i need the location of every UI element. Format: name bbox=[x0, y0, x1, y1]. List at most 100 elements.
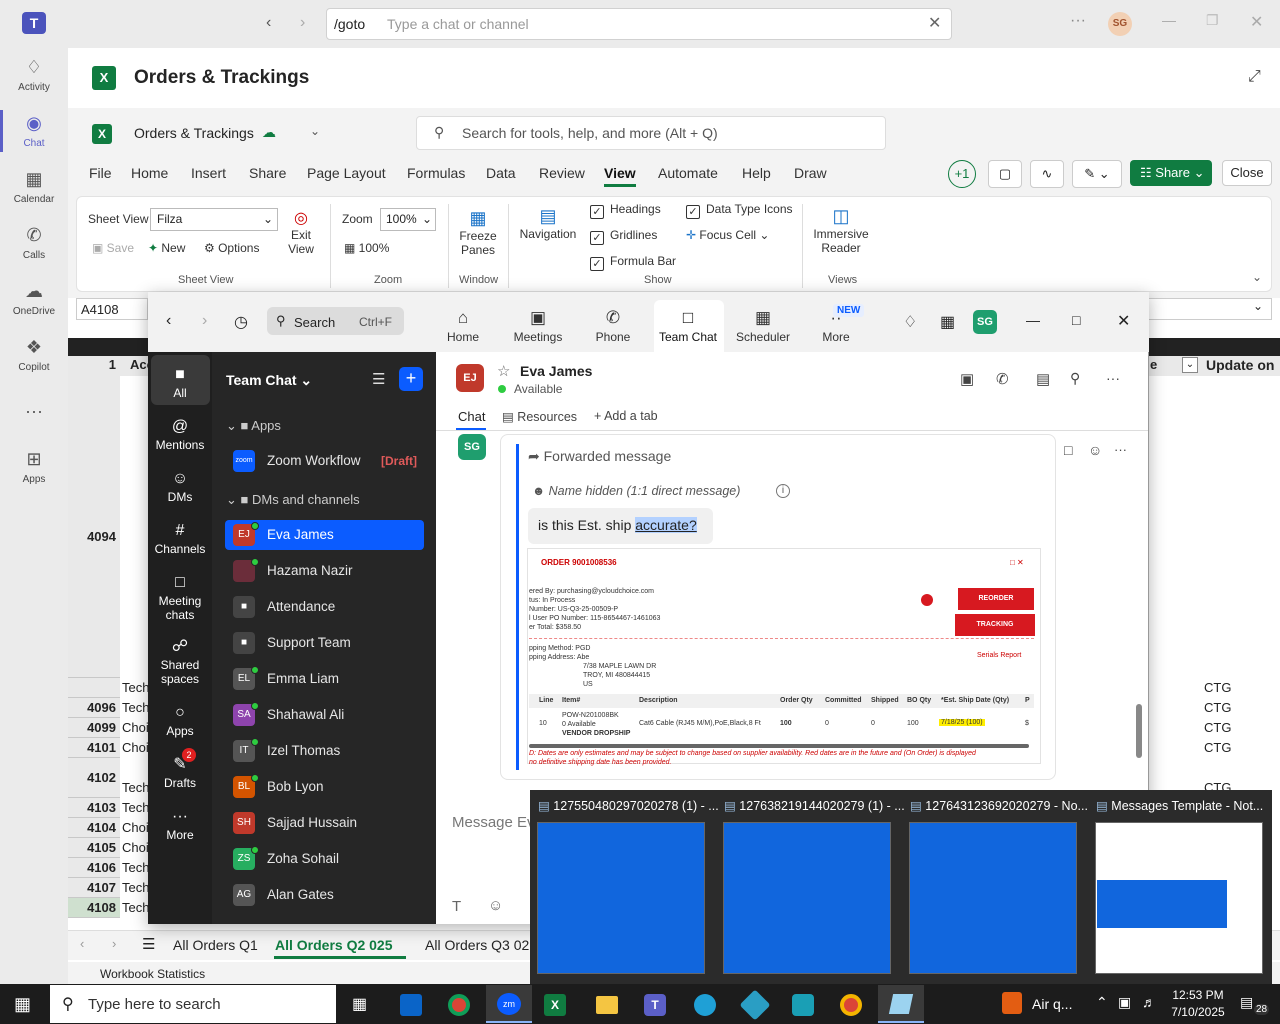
formula-bar[interactable]: ⌄ bbox=[1148, 298, 1272, 320]
notepad-taskbar-icon[interactable] bbox=[878, 985, 924, 1023]
workbook-statistics[interactable]: Workbook Statistics bbox=[100, 967, 205, 981]
text-format-icon[interactable]: T bbox=[452, 898, 461, 915]
cell-a[interactable]: Choi bbox=[122, 740, 149, 755]
video-call-icon[interactable]: ▣ bbox=[960, 370, 974, 388]
outlook-icon[interactable] bbox=[400, 994, 422, 1016]
side-mentions[interactable]: @ Mentions bbox=[150, 416, 210, 452]
more-options-icon[interactable]: ··· bbox=[1106, 370, 1120, 386]
cell-r[interactable]: CTG bbox=[1204, 720, 1231, 735]
side-meeting-chats[interactable]: □ Meeting chats bbox=[150, 572, 210, 622]
nav-home[interactable]: ⌂ Home bbox=[428, 296, 498, 344]
cell-a[interactable]: Tech bbox=[122, 780, 149, 795]
reply-icon[interactable]: □ bbox=[1064, 442, 1072, 458]
section-dms[interactable]: ⌄ ■ DMs and channels bbox=[226, 492, 360, 508]
file-explorer-icon[interactable] bbox=[596, 996, 618, 1014]
list-item-contact[interactable]: SH Sajjad Hussain bbox=[225, 808, 424, 838]
list-title[interactable]: Team Chat ⌄ bbox=[226, 372, 312, 389]
thumb-preview[interactable] bbox=[723, 822, 891, 974]
list-item-channel[interactable]: ■ Attendance bbox=[225, 592, 424, 622]
close-window-icon[interactable]: ✕ bbox=[1250, 12, 1263, 32]
weather-text[interactable]: Air q... bbox=[1032, 996, 1072, 1012]
side-channels[interactable]: # Channels bbox=[150, 520, 210, 556]
tab-share[interactable]: Share bbox=[249, 165, 286, 181]
forward-icon[interactable]: › bbox=[300, 14, 305, 32]
list-item-contact[interactable]: ZS Zoha Sohail bbox=[225, 844, 424, 874]
tab-automate[interactable]: Automate bbox=[658, 165, 718, 181]
profile-avatar[interactable]: SG bbox=[1108, 12, 1132, 36]
tab-draw[interactable]: Draw bbox=[794, 165, 827, 181]
clock-date[interactable]: 7/10/2025 bbox=[1168, 1005, 1228, 1019]
thumb-preview[interactable] bbox=[537, 822, 705, 974]
comments-button[interactable]: ▢ bbox=[988, 160, 1022, 188]
section-apps[interactable]: ⌄ ■ Apps bbox=[226, 418, 281, 434]
doc-name[interactable]: Orders & Trackings bbox=[134, 125, 254, 141]
exit-view-button[interactable]: ◎ Exit View bbox=[285, 208, 317, 256]
rail-chat[interactable]: ◉ Chat bbox=[0, 112, 68, 149]
tab-review[interactable]: Review bbox=[539, 165, 585, 181]
list-item-zoom-workflow[interactable]: zoom Zoom Workflow [Draft] bbox=[225, 446, 424, 476]
tab-file[interactable]: File bbox=[89, 165, 112, 181]
cell-a[interactable]: Choi bbox=[122, 720, 149, 735]
tab-add[interactable]: + Add a tab bbox=[594, 409, 658, 423]
next-sheet-icon[interactable]: › bbox=[112, 936, 116, 951]
editing-mode-button[interactable]: ✎ ⌄ bbox=[1072, 160, 1122, 188]
network-icon[interactable]: ▣ bbox=[1118, 994, 1131, 1011]
back-icon[interactable]: ‹ bbox=[266, 14, 271, 32]
bell-icon[interactable]: ♢ bbox=[903, 312, 917, 332]
clock-time[interactable]: 12:53 PM bbox=[1170, 988, 1226, 1002]
thumb-title[interactable]: ▤ 127643123692020279 - No... bbox=[910, 798, 1088, 813]
nav-scheduler[interactable]: ▦ Scheduler bbox=[728, 296, 798, 344]
nav-meetings[interactable]: ▣ Meetings bbox=[503, 296, 573, 344]
tab-home[interactable]: Home bbox=[131, 165, 168, 181]
maximize-icon[interactable]: □ bbox=[1072, 312, 1080, 328]
cell-a[interactable]: Tech bbox=[122, 680, 149, 695]
formula-bar-checkbox[interactable]: ✓ Formula Bar bbox=[590, 254, 676, 271]
side-all[interactable]: ■ All bbox=[150, 364, 210, 400]
tab-page-layout[interactable]: Page Layout bbox=[307, 165, 386, 181]
chrome-icon[interactable] bbox=[840, 994, 862, 1016]
close-window-icon[interactable]: ✕ bbox=[1117, 311, 1130, 331]
chevron-down-icon[interactable]: ⌄ bbox=[310, 124, 320, 138]
zoom-100-button[interactable]: ▦ 100% bbox=[344, 241, 389, 255]
tab-chat[interactable]: Chat bbox=[458, 409, 485, 424]
sheet-tab[interactable]: All Orders Q1 bbox=[173, 937, 258, 953]
volume-icon[interactable]: ♬ bbox=[1142, 994, 1156, 1010]
cell-a[interactable]: Tech bbox=[122, 860, 149, 875]
list-item-channel[interactable]: ■ Support Team bbox=[225, 628, 424, 658]
teams-taskbar-icon[interactable]: T bbox=[644, 994, 666, 1016]
thumb-title[interactable]: ▤ 127638219144020279 (1) - ... bbox=[724, 798, 905, 813]
filter-icon[interactable]: ☰ bbox=[372, 370, 385, 388]
side-shared-spaces[interactable]: ☍ Shared spaces bbox=[150, 636, 210, 686]
tray-chevron-icon[interactable]: ⌃ bbox=[1096, 994, 1108, 1011]
zoom-select[interactable]: 100% ⌄ bbox=[380, 208, 436, 231]
search-chat-icon[interactable]: ⚲ bbox=[1070, 370, 1080, 387]
rail-calendar[interactable]: ▦ Calendar bbox=[0, 168, 68, 205]
edge-icon[interactable] bbox=[694, 994, 716, 1016]
nav-phone[interactable]: ✆ Phone bbox=[578, 296, 648, 344]
thumb-title[interactable]: ▤ Messages Template - Not... bbox=[1096, 798, 1263, 813]
freeze-panes-button[interactable]: ▦ Freeze Panes bbox=[456, 208, 500, 257]
history-icon[interactable]: ◷ bbox=[234, 312, 248, 332]
windows-start-icon[interactable]: ▦ bbox=[14, 994, 31, 1015]
nav-team-chat[interactable]: □ Team Chat bbox=[653, 296, 723, 344]
notifications-icon[interactable]: ▤ bbox=[1240, 994, 1253, 1011]
all-sheets-icon[interactable]: ☰ bbox=[142, 935, 155, 953]
gridlines-checkbox[interactable]: ✓ Gridlines bbox=[590, 228, 657, 245]
chrome-icon[interactable] bbox=[448, 994, 470, 1016]
forward-icon[interactable]: › bbox=[202, 312, 207, 330]
immersive-reader-button[interactable]: ◫ Immersive Reader bbox=[810, 206, 872, 255]
close-button[interactable]: Close bbox=[1222, 160, 1272, 186]
taskbar-search-input[interactable]: Type here to search bbox=[88, 996, 221, 1013]
excel-taskbar-icon[interactable]: X bbox=[544, 994, 566, 1016]
star-icon[interactable]: ☆ bbox=[497, 362, 510, 380]
cell-r[interactable]: CTG bbox=[1204, 700, 1231, 715]
tab-formulas[interactable]: Formulas bbox=[407, 165, 465, 181]
list-item-contact[interactable]: SA Shahawal Ali bbox=[225, 700, 424, 730]
tab-resources[interactable]: ▤ Resources bbox=[502, 409, 577, 424]
share-screen-icon[interactable]: ▤ bbox=[1036, 370, 1050, 388]
message-bubble[interactable]: is this Est. ship accurate? bbox=[528, 508, 713, 544]
filter-dropdown[interactable]: ⌄ bbox=[1182, 357, 1198, 373]
tab-data[interactable]: Data bbox=[486, 165, 516, 181]
maximize-icon[interactable]: ❐ bbox=[1206, 12, 1219, 29]
rail-onedrive[interactable]: ☁ OneDrive bbox=[0, 280, 68, 317]
